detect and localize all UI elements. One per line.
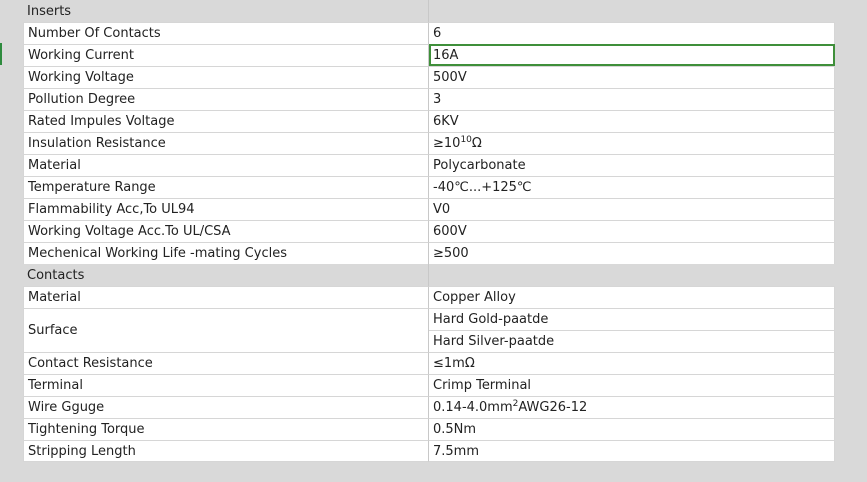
table-row[interactable]: Mechenical Working Life -mating Cycles ≥…: [23, 242, 835, 264]
table-row[interactable]: Rated Impules Voltage 6KV: [23, 110, 835, 132]
spec-label[interactable]: Stripping Length: [23, 440, 429, 462]
value-suffix: Ω: [471, 136, 482, 151]
spec-label[interactable]: Working Current: [23, 44, 429, 66]
spec-label[interactable]: Number Of Contacts: [23, 22, 429, 44]
table-row[interactable]: Working Voltage Acc.To UL/CSA 600V: [23, 220, 835, 242]
table-row[interactable]: Terminal Crimp Terminal: [23, 374, 835, 396]
table-row[interactable]: Flammability Acc,To UL94 V0: [23, 198, 835, 220]
table-row[interactable]: Wire Gguge 0.14-4.0mm 2 AWG26-12: [23, 396, 835, 418]
table-row[interactable]: Insulation Resistance ≥10 10 Ω: [23, 132, 835, 154]
section-title: Inserts: [23, 0, 429, 22]
spec-value-selected-cell[interactable]: 16A: [429, 44, 835, 66]
spec-label[interactable]: Contact Resistance: [23, 352, 429, 374]
spec-label[interactable]: Flammability Acc,To UL94: [23, 198, 429, 220]
table-row[interactable]: Contact Resistance ≤1mΩ: [23, 352, 835, 374]
spec-label[interactable]: Material: [23, 154, 429, 176]
spec-value[interactable]: 6KV: [429, 110, 835, 132]
value-prefix: ≥10: [433, 136, 461, 151]
surface-values: Hard Gold-paatde Hard Silver-paatde: [429, 308, 835, 352]
spec-value[interactable]: V0: [429, 198, 835, 220]
spec-value[interactable]: 0.5Nm: [429, 418, 835, 440]
spec-value[interactable]: -40℃...+125℃: [429, 176, 835, 198]
table-row[interactable]: Temperature Range -40℃...+125℃: [23, 176, 835, 198]
spec-label[interactable]: Rated Impules Voltage: [23, 110, 429, 132]
table-row[interactable]: Tightening Torque 0.5Nm: [23, 418, 835, 440]
row-selection-marker: [0, 43, 2, 65]
spec-value[interactable]: 7.5mm: [429, 440, 835, 462]
spec-value[interactable]: 600V: [429, 220, 835, 242]
spec-value[interactable]: 500V: [429, 66, 835, 88]
spec-label[interactable]: Surface: [23, 308, 429, 352]
spec-label[interactable]: Temperature Range: [23, 176, 429, 198]
spec-value[interactable]: ≤1mΩ: [429, 352, 835, 374]
spec-label[interactable]: Tightening Torque: [23, 418, 429, 440]
spec-value[interactable]: Hard Silver-paatde: [429, 330, 835, 352]
table-row-merged-surface[interactable]: Surface Hard Gold-paatde Hard Silver-paa…: [23, 308, 835, 352]
table-row[interactable]: Material Polycarbonate: [23, 154, 835, 176]
table-row-selected[interactable]: Working Current 16A: [23, 44, 835, 66]
spec-label[interactable]: Insulation Resistance: [23, 132, 429, 154]
spec-label[interactable]: Terminal: [23, 374, 429, 396]
spec-value[interactable]: Polycarbonate: [429, 154, 835, 176]
table-row[interactable]: Stripping Length 7.5mm: [23, 440, 835, 462]
table-row[interactable]: Working Voltage 500V: [23, 66, 835, 88]
section-blank-cell: [429, 264, 835, 286]
spec-value[interactable]: Hard Gold-paatde: [429, 308, 835, 330]
spec-value[interactable]: ≥10 10 Ω: [429, 132, 835, 154]
spec-value[interactable]: 0.14-4.0mm 2 AWG26-12: [429, 396, 835, 418]
section-blank-cell: [429, 0, 835, 22]
table-row[interactable]: Material Copper Alloy: [23, 286, 835, 308]
spec-value[interactable]: ≥500: [429, 242, 835, 264]
section-header-contacts: Contacts: [23, 264, 835, 286]
section-header-inserts: Inserts: [23, 0, 835, 22]
spec-value[interactable]: Crimp Terminal: [429, 374, 835, 396]
spec-sheet: Inserts Number Of Contacts 6 Working Cur…: [23, 0, 835, 462]
spec-label[interactable]: Working Voltage: [23, 66, 429, 88]
spec-value[interactable]: Copper Alloy: [429, 286, 835, 308]
spec-value[interactable]: 6: [429, 22, 835, 44]
spec-label[interactable]: Working Voltage Acc.To UL/CSA: [23, 220, 429, 242]
spec-label[interactable]: Pollution Degree: [23, 88, 429, 110]
spec-label[interactable]: Material: [23, 286, 429, 308]
value-suffix: AWG26-12: [518, 400, 588, 415]
spec-value[interactable]: 3: [429, 88, 835, 110]
table-row[interactable]: Pollution Degree 3: [23, 88, 835, 110]
section-title: Contacts: [23, 264, 429, 286]
table-row[interactable]: Number Of Contacts 6: [23, 22, 835, 44]
value-prefix: 0.14-4.0mm: [433, 400, 513, 415]
spec-label[interactable]: Mechenical Working Life -mating Cycles: [23, 242, 429, 264]
spec-label[interactable]: Wire Gguge: [23, 396, 429, 418]
